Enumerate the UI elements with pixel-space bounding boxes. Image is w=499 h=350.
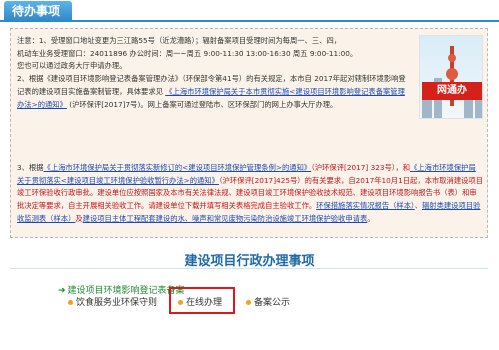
section-title: 建设项目行政办理事项 — [184, 254, 315, 269]
notice-line: 3、根据 — [17, 163, 44, 172]
item-label: 饮食服务业环保守则 — [76, 298, 158, 308]
notice-line: 、 — [414, 201, 422, 211]
banner-label: 网通办 — [422, 82, 482, 100]
notice-line: （沪环保评[2017]425号） — [218, 175, 305, 185]
notice-line: 2、根据《建设项目环境影响登记表备案管理办法》（环保部令第41号）的有关规定，本… — [17, 74, 312, 84]
notice-line: 机动车业务受理窗口：24011896 办公时间：周一~周五 9:00-11:30… — [17, 48, 358, 58]
notice-line: (沪环保评[2017]7号)。网上备案可通过登陆市、区环保部门的网上办事大厅办理… — [69, 99, 338, 109]
item-label: 备案公示 — [254, 298, 291, 308]
notice-line: ，和 — [395, 163, 411, 172]
item-filing-notice[interactable]: 备案公示 — [246, 295, 290, 308]
highlight-box — [169, 287, 235, 314]
policy-link[interactable]: 《上海市环境保护局关于贯彻落实新修订的<建设项目环境保护管理条例>的通知》 — [44, 163, 312, 172]
form-link[interactable]: 建设项目主体工程配套建设的水、噪声和常见废物污染防治设施竣工环境保护验收申请表 — [83, 214, 368, 223]
notice-text: 注意：1、受理窗口地址变更为三江路55号（近龙漕路）；辐射备案项目受理时间为每周… — [17, 35, 483, 223]
arrow-right-icon: ➜ — [58, 286, 66, 296]
notice-line: [2017] 323号） — [344, 163, 396, 172]
bullet-icon — [246, 300, 251, 305]
notice-line: 及 — [75, 213, 83, 223]
section-divider — [10, 268, 488, 269]
notice-line: 。 — [367, 213, 375, 223]
notice-line: 您也可以通过政务大厅申请办理。 — [17, 61, 127, 71]
tab-todo[interactable]: 待办事项 — [4, 1, 73, 22]
notice-paragraph-2: 2、根据《建设项目环境影响登记表备案管理办法》（环保部令第41号）的有关规定，本… — [17, 73, 409, 111]
online-service-banner[interactable]: 网通办 — [419, 35, 483, 119]
notice-box: 注意：1、受理窗口地址变更为三江路55号（近龙漕路）；辐射备案项目受理时间为每周… — [10, 28, 488, 238]
item-food-service-guide[interactable]: 饮食服务业环保守则 — [68, 295, 157, 308]
form-link[interactable]: 环保措施落实情况报告（样本） — [316, 201, 415, 210]
bullet-icon — [68, 300, 73, 305]
notice-line: 注意：1、受理窗口地址变更为三江路55号（近龙漕路）；辐射备案项目受理时间为每周… — [17, 36, 342, 45]
header-tab-bar: 待办事项 — [0, 0, 499, 22]
notice-line: （沪环保评 — [311, 163, 345, 172]
notice-paragraph-3: 3、根据《上海市环境保护局关于贯彻落实新修订的<建设项目环境保护管理条例>的通知… — [17, 162, 483, 226]
